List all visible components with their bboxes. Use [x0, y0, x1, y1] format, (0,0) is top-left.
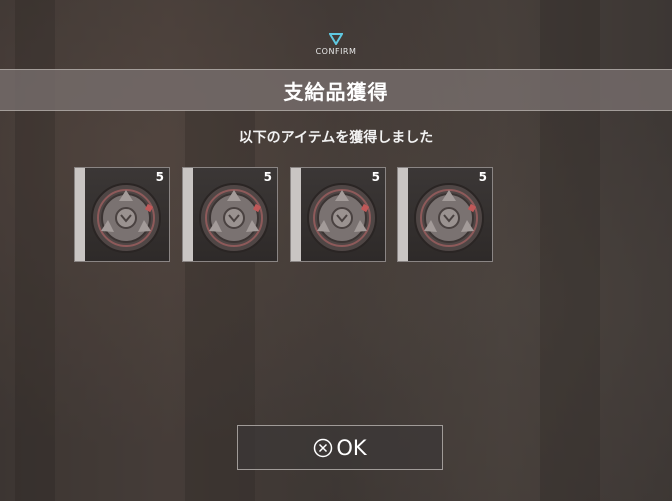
item-rarity-strip [75, 168, 85, 261]
item-rarity-strip [398, 168, 408, 261]
supply-canister-icon [199, 183, 269, 253]
title-bar: 支給品獲得 [0, 69, 672, 111]
confirm-label: CONFIRM [315, 47, 357, 56]
item-rarity-strip [291, 168, 301, 261]
reward-item[interactable]: 5 [290, 167, 386, 262]
circle-x-icon [314, 438, 333, 457]
confirm-hint: CONFIRM [0, 33, 672, 56]
triangle-down-icon [329, 33, 343, 45]
supply-canister-icon [307, 183, 377, 253]
reward-message: 以下のアイテムを獲得しました [238, 130, 434, 146]
item-rarity-strip [183, 168, 193, 261]
supply-canister-icon [414, 183, 484, 253]
reward-item[interactable]: 5 [74, 167, 170, 262]
ok-button[interactable]: OK [237, 425, 443, 470]
supply-canister-icon [91, 183, 161, 253]
reward-item[interactable]: 5 [397, 167, 493, 262]
reward-item[interactable]: 5 [182, 167, 278, 262]
dialog-title: 支給品獲得 [283, 79, 389, 104]
ok-label: OK [336, 435, 367, 460]
